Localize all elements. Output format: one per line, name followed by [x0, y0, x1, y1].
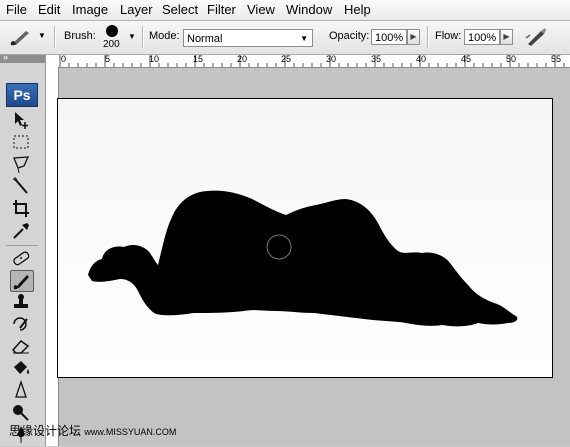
dodge-icon [13, 405, 29, 421]
mode-value: Normal [187, 33, 223, 45]
horizontal-ruler[interactable]: 0 5 10 15 20 25 30 35 40 45 50 55 [46, 55, 570, 68]
chevron-down-icon: ▼ [300, 34, 308, 43]
brush-size-value: 200 [103, 39, 120, 50]
marquee-tool[interactable] [10, 132, 34, 154]
toolbox-panel: » Ps [0, 52, 46, 446]
opacity-label: Opacity: [329, 30, 370, 42]
paint-bucket-tool[interactable] [10, 358, 34, 380]
menu-select[interactable]: Select [162, 2, 198, 17]
clone-stamp-tool[interactable] [10, 292, 34, 314]
toolbox-collapse-handle[interactable]: » [0, 52, 45, 63]
ruler-label: 50 [506, 55, 517, 64]
ruler-label: 30 [326, 55, 337, 64]
menu-view[interactable]: View [247, 2, 275, 17]
toolbox-divider [6, 245, 38, 246]
watermark-en: www.MISSYUAN.COM [84, 427, 177, 437]
ruler-label: 55 [551, 55, 562, 64]
silhouette-image [58, 99, 552, 377]
menu-filter[interactable]: Filter [207, 2, 236, 17]
ruler-label: 15 [193, 55, 204, 64]
logo-text: Ps [13, 87, 31, 103]
menu-edit[interactable]: Edit [38, 2, 60, 17]
double-chevron-icon: » [3, 52, 9, 62]
crop-tool[interactable] [10, 198, 34, 220]
magic-wand-icon [13, 177, 28, 194]
blur-tool[interactable] [10, 379, 34, 402]
options-bar: ▼ Brush: 200 ▼ Mode: Normal ▼ Opacity: 1… [0, 21, 570, 55]
opacity-input[interactable]: 100% [371, 29, 407, 45]
ruler-label: 45 [461, 55, 472, 64]
healing-brush-tool[interactable] [10, 248, 34, 270]
divider [427, 26, 429, 48]
mode-label: Mode: [149, 30, 180, 42]
flow-slider-button[interactable]: ▶ [500, 29, 513, 45]
paint-bucket-icon [14, 361, 29, 374]
divider [54, 26, 56, 48]
ruler-label: 35 [371, 55, 382, 64]
menu-window[interactable]: Window [286, 2, 332, 17]
move-icon [15, 112, 28, 129]
menu-help[interactable]: Help [344, 2, 371, 17]
flow-value: 100% [468, 32, 497, 44]
tool-preset-picker[interactable]: ▼ [8, 27, 48, 47]
chevron-down-icon: ▼ [38, 31, 46, 40]
menu-file[interactable]: File [6, 2, 27, 17]
menu-layer[interactable]: Layer [120, 2, 153, 17]
menu-image[interactable]: Image [72, 2, 108, 17]
ruler-label: 0 [61, 55, 67, 64]
history-brush-icon [13, 317, 28, 331]
move-tool[interactable] [10, 110, 34, 132]
watermark-cn: 思缘设计论坛 [9, 424, 82, 438]
airbrush-toggle[interactable] [524, 26, 548, 48]
watermark: 思缘设计论坛 www.MISSYUAN.COM [9, 422, 176, 439]
photoshop-logo[interactable]: Ps [6, 83, 38, 107]
document-canvas[interactable] [57, 98, 553, 378]
flow-input[interactable]: 100% [464, 29, 500, 45]
brush-tool[interactable] [10, 270, 34, 292]
opacity-slider-button[interactable]: ▶ [407, 29, 420, 45]
ruler-label: 20 [237, 55, 248, 64]
brush-icon [10, 31, 29, 46]
eyedropper-icon [13, 223, 29, 239]
eraser-tool[interactable] [10, 336, 34, 358]
brush-label: Brush: [64, 30, 96, 42]
brush-icon [13, 275, 29, 290]
ruler-label: 5 [105, 55, 111, 64]
ruler-label: 40 [416, 55, 427, 64]
chevron-down-icon: ▼ [128, 32, 136, 41]
divider [142, 26, 144, 48]
ruler-label: 10 [149, 55, 160, 64]
brush-picker[interactable]: 200 ▼ [102, 24, 138, 52]
eyedropper-tool[interactable] [10, 220, 34, 242]
marquee-icon [13, 135, 29, 149]
opacity-value: 100% [375, 32, 404, 44]
brush-tip-preview [106, 25, 118, 37]
flow-label: Flow: [435, 30, 462, 42]
healing-brush-icon [13, 251, 30, 266]
airbrush-icon [525, 28, 546, 46]
eraser-icon [11, 339, 30, 354]
lasso-tool[interactable] [10, 154, 34, 176]
dodge-tool[interactable] [10, 402, 34, 424]
mode-select[interactable]: Normal ▼ [183, 29, 313, 47]
lasso-icon [13, 156, 30, 174]
clone-stamp-icon [14, 294, 28, 308]
crop-icon [13, 200, 29, 217]
magic-wand-tool[interactable] [10, 176, 34, 198]
ruler-ticks [59, 55, 565, 67]
blur-icon [15, 379, 27, 398]
history-brush-tool[interactable] [10, 314, 34, 336]
menu-bar: File Edit Image Layer Select Filter View… [0, 0, 570, 21]
ruler-label: 25 [281, 55, 292, 64]
